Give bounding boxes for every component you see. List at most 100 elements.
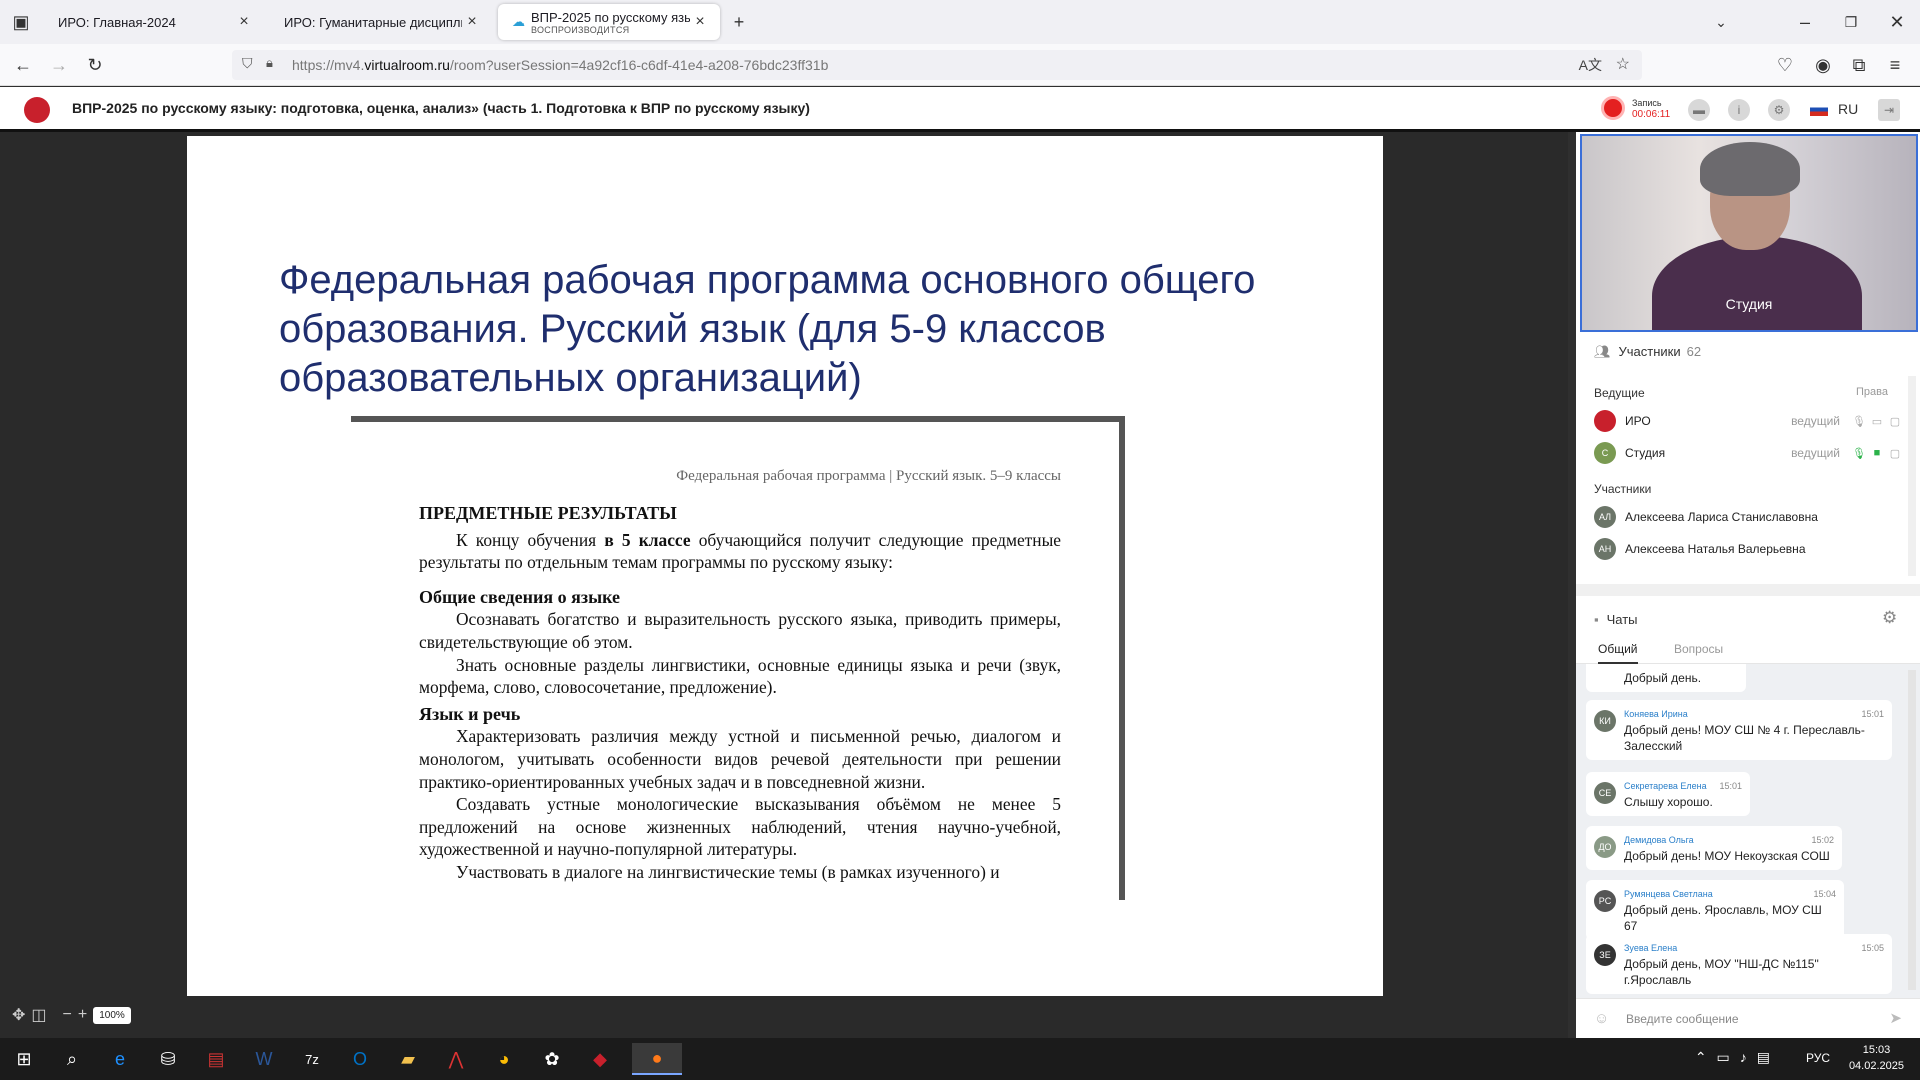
participant-row[interactable]: ИРО ведущий 🎙︎ ▭ ▢: [1594, 408, 1904, 434]
chrome-icon[interactable]: ◕: [484, 1043, 524, 1075]
rights-label: Права: [1856, 386, 1888, 398]
webinar-title: ВПР-2025 по русскому языку: подготовка, …: [72, 100, 810, 116]
close-icon[interactable]: ×: [690, 13, 710, 31]
presenter-hair: [1700, 142, 1800, 196]
close-icon[interactable]: ×: [462, 13, 482, 31]
file-explorer-icon[interactable]: ▰: [388, 1043, 428, 1075]
participant-row[interactable]: АЛ Алексеева Лариса Станиславовна: [1594, 504, 1904, 530]
language-label[interactable]: RU: [1838, 101, 1858, 117]
doc-paragraph: Характеризовать различия между устной и …: [419, 726, 1061, 792]
extensions-icon[interactable]: ⧉: [1844, 50, 1874, 80]
pdf-reader-icon[interactable]: ▤: [196, 1043, 236, 1075]
windows-start-icon[interactable]: ⊞: [4, 1043, 44, 1075]
back-icon[interactable]: ←: [8, 50, 38, 80]
avatar: СЕ: [1594, 782, 1616, 804]
participants-header[interactable]: 👥︎ Участники 62: [1594, 344, 1701, 360]
app-icon[interactable]: ✿: [532, 1043, 572, 1075]
screen-icon[interactable]: ▢: [1886, 447, 1904, 460]
slide-title: Федеральная рабочая программа основного …: [279, 258, 1256, 400]
gear-icon[interactable]: ⚙: [1768, 99, 1790, 121]
translate-icon[interactable]: A文: [1579, 55, 1602, 75]
menu-icon[interactable]: ≡: [1880, 50, 1910, 80]
chevron-down-icon[interactable]: ⌄: [1706, 7, 1736, 37]
tab-iro-humanities[interactable]: ИРО: Гуманитарные дисциплины ×: [270, 4, 492, 40]
bookmark-star-icon[interactable]: ☆: [1616, 54, 1630, 74]
pocket-icon[interactable]: ♡: [1770, 50, 1800, 80]
store-icon[interactable]: ⛁: [148, 1043, 188, 1075]
forward-icon[interactable]: →: [44, 50, 74, 80]
zoom-out-button[interactable]: −: [63, 1006, 72, 1024]
reload-icon[interactable]: ↻: [80, 50, 110, 80]
chat-scrollbar[interactable]: [1908, 670, 1916, 990]
zoom-controls: ✥ ◫ − + 100%: [12, 1004, 131, 1026]
firefox-icon[interactable]: ●: [632, 1043, 682, 1075]
flag-ru-icon[interactable]: [1810, 103, 1828, 116]
users-icon: 👥︎: [1594, 344, 1611, 359]
cloud-icon: ☁: [512, 14, 525, 29]
recording-time: 00:06:11: [1632, 109, 1671, 120]
doc-paragraph: Создавать устные монологические высказыв…: [419, 794, 1061, 860]
avatar: АЛ: [1594, 506, 1616, 528]
tab-questions[interactable]: Вопросы: [1674, 642, 1723, 656]
doc-paragraph: К концу обучения в 5 классе обучающийся …: [419, 529, 1061, 573]
tab-vpr-active[interactable]: ☁ ВПР-2025 по русскому языку: ВОСПРОИЗВО…: [498, 4, 720, 40]
chat-settings-icon[interactable]: ⚙: [1882, 608, 1897, 628]
hosts-label: Ведущие: [1594, 386, 1645, 400]
outlook-icon[interactable]: O: [340, 1043, 380, 1075]
info-icon[interactable]: i: [1728, 99, 1750, 121]
tab-list-icon[interactable]: ▣: [6, 7, 36, 37]
participants-count: 62: [1686, 344, 1702, 359]
avatar: [1594, 410, 1616, 432]
mic-on-icon[interactable]: 🎙︎: [1850, 447, 1868, 460]
zoom-in-button[interactable]: +: [78, 1006, 87, 1024]
folder-icon[interactable]: ▬: [1688, 99, 1710, 121]
move-icon[interactable]: ✥: [12, 1005, 25, 1025]
fit-width-icon[interactable]: ◫: [31, 1005, 46, 1025]
exit-icon[interactable]: ⇥: [1878, 99, 1900, 121]
tab-general[interactable]: Общий: [1598, 642, 1638, 664]
chat-messages: Добрый день. КИ Коняева Ирина 15:01 Добр…: [1576, 664, 1920, 998]
address-bar[interactable]: ⛉ 🔒︎ https://mv4. virtualroom.ru/room?use…: [232, 50, 1642, 80]
close-icon[interactable]: ×: [234, 13, 254, 31]
restore-icon[interactable]: ❐: [1836, 7, 1866, 37]
url-path: /room?userSession=4a92cf16-c6df-41e4-a20…: [449, 57, 829, 73]
word-icon[interactable]: W: [244, 1043, 284, 1075]
tab-title: ИРО: Главная-2024: [58, 14, 176, 30]
edge-icon[interactable]: e: [100, 1043, 140, 1075]
members-label: Участники: [1594, 482, 1652, 496]
keyboard-language[interactable]: РУС: [1806, 1051, 1830, 1065]
minimize-icon[interactable]: –: [1790, 7, 1820, 37]
camera-on-icon[interactable]: ■: [1868, 447, 1886, 459]
avatar: ДО: [1594, 836, 1616, 858]
participant-row[interactable]: АН Алексеева Наталья Валерьевна: [1594, 536, 1904, 562]
screen-icon[interactable]: ▢: [1886, 415, 1904, 428]
record-icon[interactable]: [1601, 96, 1625, 120]
chat-input[interactable]: ☺ Введите сообщение ➤: [1576, 998, 1920, 1038]
new-tab-icon[interactable]: +: [724, 7, 754, 37]
mic-off-icon[interactable]: 🎙︎: [1850, 415, 1868, 428]
search-icon[interactable]: ⌕: [52, 1043, 92, 1075]
doc-subheading: Общие сведения о языке: [419, 586, 621, 607]
slide: Федеральная рабочая программа основного …: [187, 136, 1383, 996]
chat-icon: ▪: [1594, 612, 1599, 627]
video-feed[interactable]: Студия: [1580, 134, 1918, 332]
account-icon[interactable]: ◉: [1808, 50, 1838, 80]
participant-row[interactable]: С Студия ведущий 🎙︎ ■ ▢: [1594, 440, 1904, 466]
participants-scrollbar[interactable]: [1908, 376, 1916, 576]
send-icon[interactable]: ➤: [1889, 1009, 1902, 1027]
iro-app-icon[interactable]: ◆: [580, 1043, 620, 1075]
tray-icons[interactable]: ⌃▭♪▤: [1695, 1049, 1780, 1066]
camera-off-icon[interactable]: ▭: [1868, 415, 1886, 428]
avatar: С: [1594, 442, 1616, 464]
avatar: АН: [1594, 538, 1616, 560]
iro-logo: [24, 97, 50, 123]
tab-iro-main[interactable]: ИРО: Главная-2024 ×: [44, 4, 264, 40]
tab-title: ВПР-2025 по русскому языку:: [531, 9, 690, 25]
7zip-icon[interactable]: 7z: [292, 1043, 332, 1075]
zoom-level[interactable]: 100%: [93, 1006, 131, 1024]
window-close-icon[interactable]: ✕: [1882, 7, 1912, 37]
clock[interactable]: 15:03 04.02.2025: [1849, 1042, 1904, 1074]
chat-message: ЗЕ Зуева Елена 15:05 Добрый день, МОУ "Н…: [1586, 934, 1892, 994]
acrobat-icon[interactable]: ⋀: [436, 1043, 476, 1075]
emoji-icon[interactable]: ☺: [1594, 1010, 1609, 1027]
